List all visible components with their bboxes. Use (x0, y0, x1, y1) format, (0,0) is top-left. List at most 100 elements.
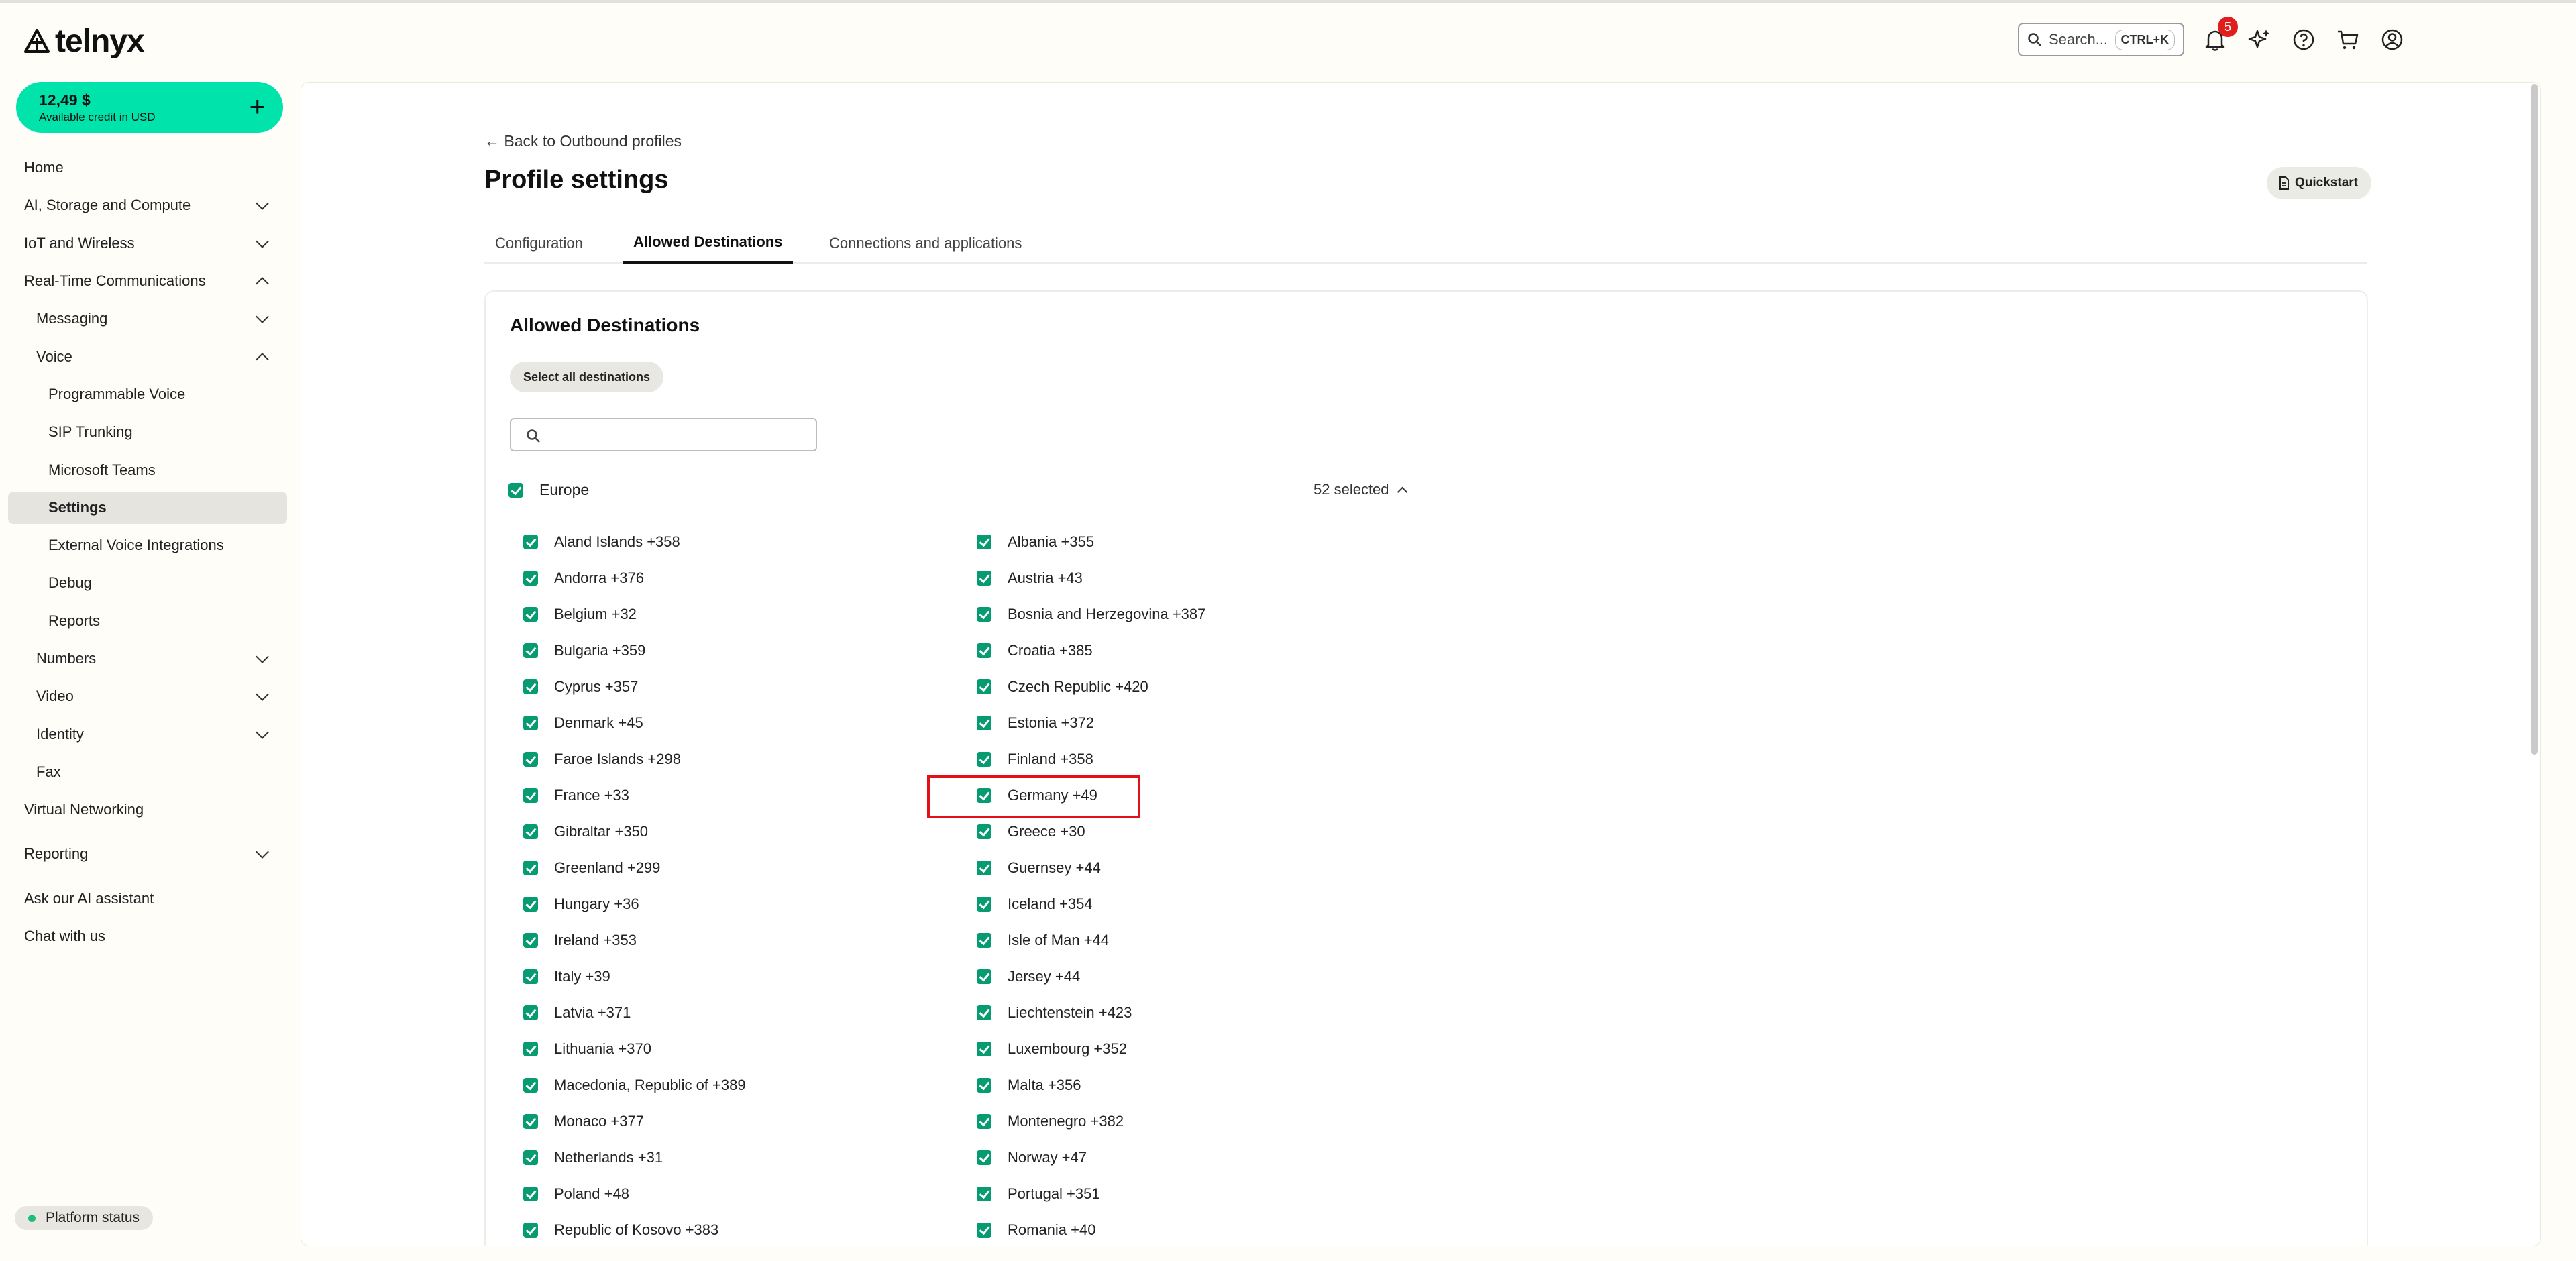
tab-configuration[interactable]: Configuration (484, 223, 594, 264)
checkbox-checked[interactable] (523, 535, 538, 549)
checkbox-checked[interactable] (977, 1223, 991, 1238)
country-item[interactable]: France +33 (523, 777, 977, 814)
checkbox-checked[interactable] (523, 1114, 538, 1129)
country-item[interactable]: Guernsey +44 (977, 850, 1127, 886)
sidebar-item-real-time-communications[interactable]: Real-Time Communications (0, 262, 295, 300)
checkbox-checked[interactable] (977, 1005, 991, 1020)
checkbox-checked[interactable] (523, 1042, 538, 1056)
country-item[interactable]: Norway +47 (977, 1140, 1127, 1176)
checkbox-checked[interactable] (977, 1114, 991, 1129)
sidebar-item-fax[interactable]: Fax (0, 753, 295, 791)
country-item[interactable]: Macedonia, Republic of +389 (523, 1067, 977, 1103)
account-button[interactable] (2379, 26, 2406, 53)
checkbox-checked[interactable] (523, 861, 538, 875)
checkbox-checked[interactable] (977, 643, 991, 658)
sidebar-item-virtual-networking[interactable]: Virtual Networking (0, 791, 295, 828)
checkbox-checked[interactable] (977, 933, 991, 948)
sidebar-item-reporting[interactable]: Reporting (0, 835, 295, 873)
destination-search-input[interactable] (549, 423, 810, 447)
country-item[interactable]: Albania +355 (977, 524, 1127, 560)
checkbox-checked[interactable] (977, 897, 991, 912)
back-link[interactable]: ← Back to Outbound profiles (484, 132, 682, 150)
country-item[interactable]: Hungary +36 (523, 886, 977, 922)
sidebar-item-numbers[interactable]: Numbers (0, 640, 295, 677)
checkbox-checked[interactable] (523, 824, 538, 839)
checkbox-checked[interactable] (523, 1187, 538, 1201)
country-item[interactable]: Czech Republic +420 (977, 669, 1148, 705)
checkbox-checked[interactable] (977, 969, 991, 984)
country-item[interactable]: Andorra +376 (523, 560, 977, 596)
quickstart-button[interactable]: Quickstart (2267, 167, 2371, 199)
checkbox-checked[interactable] (977, 1150, 991, 1165)
checkbox-checked[interactable] (523, 788, 538, 803)
checkbox-checked[interactable] (977, 679, 991, 694)
checkbox-checked[interactable] (523, 933, 538, 948)
country-item[interactable]: Netherlands +31 (523, 1140, 977, 1176)
checkbox-checked[interactable] (977, 571, 991, 586)
country-item[interactable]: Bulgaria +359 (523, 633, 977, 669)
country-item[interactable]: Isle of Man +44 (977, 922, 1127, 958)
country-item[interactable]: Malta +356 (977, 1067, 1127, 1103)
sidebar-item-microsoft-teams[interactable]: Microsoft Teams (0, 451, 295, 488)
tab-connections-applications[interactable]: Connections and applications (818, 223, 1032, 264)
checkbox-checked[interactable] (523, 897, 538, 912)
tab-allowed-destinations[interactable]: Allowed Destinations (623, 223, 794, 264)
country-item[interactable]: Ireland +353 (523, 922, 977, 958)
select-all-destinations-button[interactable]: Select all destinations (510, 362, 664, 392)
country-item[interactable]: Finland +358 (977, 741, 1127, 777)
checkbox-checked[interactable] (523, 643, 538, 658)
country-item[interactable]: Monaco +377 (523, 1103, 977, 1140)
sidebar-item-sip-trunking[interactable]: SIP Trunking (0, 413, 295, 451)
checkbox-checked[interactable] (523, 571, 538, 586)
country-item[interactable]: Iceland +354 (977, 886, 1127, 922)
telnyx-logo[interactable]: telnyx (23, 23, 145, 60)
country-item[interactable]: Italy +39 (523, 958, 977, 995)
country-item[interactable]: Lithuania +370 (523, 1031, 977, 1067)
sidebar-item-identity[interactable]: Identity (0, 715, 295, 753)
platform-status-button[interactable]: Platform status (15, 1206, 154, 1230)
checkbox-checked[interactable] (523, 1078, 538, 1093)
checkbox-checked[interactable] (508, 482, 523, 498)
sidebar-item-chat[interactable]: Chat with us (0, 918, 295, 955)
country-item[interactable]: Denmark +45 (523, 705, 977, 741)
checkbox-checked[interactable] (977, 535, 991, 549)
notifications-button[interactable]: 5 (2202, 17, 2238, 53)
sidebar-item-external-voice-integrations[interactable]: External Voice Integrations (0, 527, 295, 564)
selected-count-toggle[interactable]: 52 selected (1313, 481, 1407, 498)
checkbox-checked[interactable] (977, 824, 991, 839)
country-item[interactable]: Republic of Kosovo +383 (523, 1212, 977, 1246)
country-item[interactable]: Greece +30 (977, 814, 1127, 850)
country-item[interactable]: Faroe Islands +298 (523, 741, 977, 777)
checkbox-checked[interactable] (523, 969, 538, 984)
country-item[interactable]: Cyprus +357 (523, 669, 977, 705)
checkbox-checked[interactable] (977, 1078, 991, 1093)
destination-search-field[interactable] (510, 418, 817, 451)
country-item[interactable]: Jersey +44 (977, 958, 1127, 995)
checkbox-checked[interactable] (977, 1187, 991, 1201)
checkbox-checked[interactable] (523, 1005, 538, 1020)
ai-button[interactable] (2246, 26, 2273, 53)
scrollbar[interactable] (2531, 84, 2538, 755)
sidebar-item-reports[interactable]: Reports (0, 602, 295, 640)
country-item[interactable]: Portugal +351 (977, 1176, 1127, 1212)
sidebar-item-voice[interactable]: Voice (0, 337, 295, 375)
country-item[interactable]: Poland +48 (523, 1176, 977, 1212)
country-item[interactable]: Croatia +385 (977, 633, 1127, 669)
checkbox-checked[interactable] (977, 716, 991, 730)
checkbox-checked[interactable] (523, 607, 538, 622)
sidebar-item-home[interactable]: Home (0, 149, 295, 186)
country-item[interactable]: Aland Islands +358 (523, 524, 977, 560)
global-search-button[interactable]: Search... CTRL+K (2018, 23, 2184, 56)
sidebar-item-messaging[interactable]: Messaging (0, 300, 295, 337)
sidebar-item-video[interactable]: Video (0, 677, 295, 715)
checkbox-checked[interactable] (977, 752, 991, 767)
country-item[interactable]: Luxembourg +352 (977, 1031, 1127, 1067)
country-item[interactable]: Austria +43 (977, 560, 1127, 596)
checkbox-checked[interactable] (977, 861, 991, 875)
country-item[interactable]: Montenegro +382 (977, 1103, 1127, 1140)
checkbox-checked[interactable] (523, 752, 538, 767)
country-item[interactable]: Liechtenstein +423 (977, 995, 1132, 1031)
country-item[interactable]: Estonia +372 (977, 705, 1127, 741)
country-item[interactable]: Romania +40 (977, 1212, 1127, 1246)
add-credit-icon[interactable]: + (249, 93, 266, 121)
